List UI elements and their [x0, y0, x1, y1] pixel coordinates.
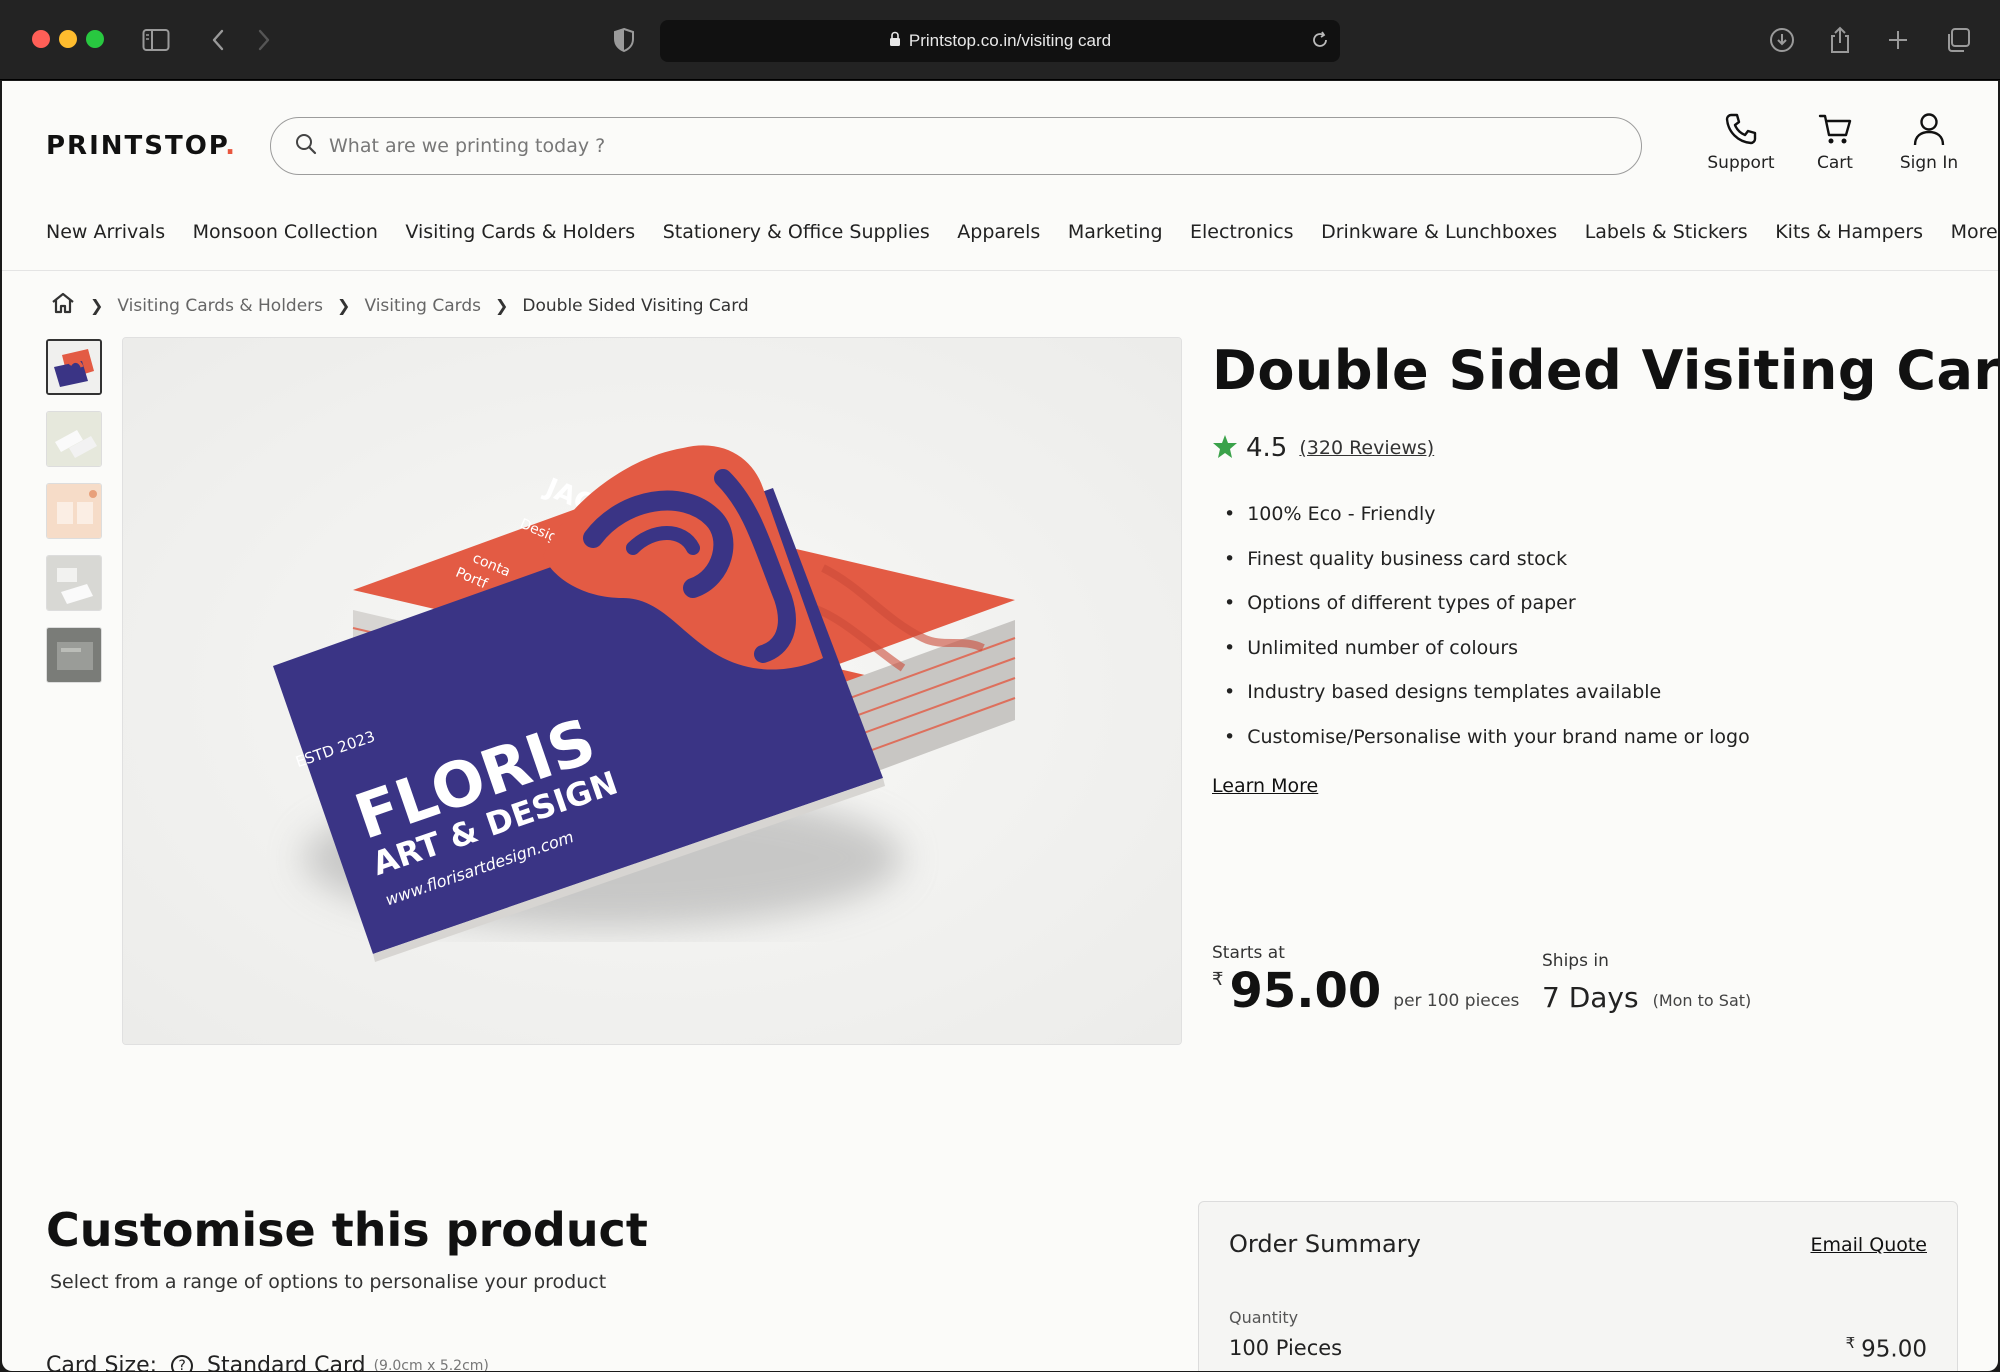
site-logo[interactable]: PRINTSTOP. — [46, 131, 237, 161]
thumbnail-1[interactable] — [46, 339, 102, 395]
privacy-shield-icon[interactable] — [606, 22, 642, 58]
site-header: PRINTSTOP. Support Cart Sign In New A — [2, 81, 1998, 271]
support-button[interactable]: Support — [1696, 111, 1786, 173]
lock-icon — [889, 31, 901, 52]
web-page: PRINTSTOP. Support Cart Sign In New A — [2, 81, 1998, 1371]
card-size-label: Card Size: — [46, 1353, 158, 1371]
price-unit: per 100 pieces — [1393, 991, 1520, 1011]
thumbnail-3[interactable] — [46, 483, 102, 539]
price-block: Starts at ₹ 95.00 per 100 pieces — [1212, 943, 1519, 1015]
thumbnail-2[interactable] — [46, 411, 102, 467]
user-icon — [1913, 113, 1945, 146]
feature-item: Unlimited number of colours — [1224, 637, 1750, 682]
nav-electronics[interactable]: Electronics — [1190, 221, 1294, 243]
feature-item: Finest quality business card stock — [1224, 548, 1750, 593]
search-input[interactable] — [329, 135, 1529, 157]
download-icon[interactable] — [1764, 22, 1800, 58]
feature-item: Options of different types of paper — [1224, 592, 1750, 637]
nav-labels-stickers[interactable]: Labels & Stickers — [1585, 221, 1748, 243]
rating-value: 4.5 — [1246, 433, 1288, 463]
breadcrumb-current: Double Sided Visiting Card — [522, 295, 749, 316]
cart-label: Cart — [1817, 153, 1853, 173]
address-bar[interactable]: Printstop.co.in/visiting card — [660, 20, 1340, 62]
category-nav: New Arrivals Monsoon Collection Visiting… — [46, 221, 1998, 243]
close-window-button[interactable] — [32, 30, 50, 48]
back-icon[interactable] — [200, 22, 236, 58]
search-bar[interactable] — [270, 117, 1642, 175]
nav-marketing[interactable]: Marketing — [1068, 221, 1163, 243]
reviews-link[interactable]: (320 Reviews) — [1299, 437, 1434, 459]
feature-item: Customise/Personalise with your brand na… — [1224, 726, 1750, 771]
order-summary-title: Order Summary — [1229, 1230, 1421, 1258]
feature-item: Industry based designs templates availab… — [1224, 681, 1750, 726]
chevron-right-icon: ❯ — [90, 296, 104, 315]
nav-new-arrivals[interactable]: New Arrivals — [46, 221, 165, 243]
thumbnail-list — [46, 339, 102, 699]
support-label: Support — [1707, 153, 1775, 173]
price-value: 95.00 — [1229, 963, 1382, 1019]
thumbnail-4[interactable] — [46, 555, 102, 611]
nav-monsoon-collection[interactable]: Monsoon Collection — [193, 221, 378, 243]
nav-more[interactable]: More — [1951, 221, 1998, 243]
url-text: Printstop.co.in/visiting card — [908, 31, 1112, 50]
feature-item: 100% Eco - Friendly — [1224, 503, 1750, 548]
learn-more-link[interactable]: Learn More — [1212, 775, 1318, 797]
cart-button[interactable]: Cart — [1790, 111, 1880, 173]
nav-visiting-cards[interactable]: Visiting Cards & Holders — [405, 221, 635, 243]
ship-note: (Mon to Sat) — [1652, 991, 1752, 1010]
card-size-option: Card Size: ? Standard Card (9.0cm x 5.2c… — [46, 1353, 489, 1371]
new-tab-icon[interactable] — [1880, 22, 1916, 58]
customise-subtitle: Select from a range of options to person… — [50, 1271, 607, 1293]
forward-icon[interactable] — [246, 22, 282, 58]
quantity-price: ₹95.00 — [1846, 1334, 1927, 1363]
share-icon[interactable] — [1822, 22, 1858, 58]
star-icon — [1212, 433, 1238, 463]
breadcrumb-visiting-cards[interactable]: Visiting Cards — [364, 296, 481, 316]
nav-drinkware[interactable]: Drinkware & Lunchboxes — [1321, 221, 1557, 243]
search-icon — [295, 133, 317, 159]
thumbnail-5[interactable] — [46, 627, 102, 683]
product-hero-image: JACK DELC Designe conta Portf ESTD 2023 … — [122, 337, 1182, 1045]
quantity-value: 100 Pieces — [1229, 1336, 1343, 1360]
ship-value: 7 Days — [1542, 981, 1639, 1014]
nav-kits-hampers[interactable]: Kits & Hampers — [1775, 221, 1923, 243]
feature-list: 100% Eco - Friendly Finest quality busin… — [1224, 503, 1750, 770]
minimize-window-button[interactable] — [59, 30, 77, 48]
price-label: Starts at — [1212, 943, 1285, 963]
product-title: Double Sided Visiting Card — [1212, 339, 1998, 402]
home-icon[interactable] — [50, 291, 76, 320]
sign-in-label: Sign In — [1899, 153, 1959, 173]
product-rating: 4.5 (320 Reviews) — [1212, 433, 1434, 463]
chevron-right-icon: ❯ — [337, 296, 351, 315]
nav-apparels[interactable]: Apparels — [957, 221, 1040, 243]
rupee-icon: ₹ — [1845, 1334, 1856, 1352]
card-size-dims: (9.0cm x 5.2cm) — [373, 1357, 489, 1372]
nav-stationery[interactable]: Stationery & Office Supplies — [663, 221, 930, 243]
tab-overview-icon[interactable] — [1940, 22, 1976, 58]
chevron-right-icon: ❯ — [494, 296, 509, 315]
reload-icon[interactable] — [1310, 30, 1330, 55]
quantity-label: Quantity — [1229, 1308, 1299, 1327]
zoom-window-button[interactable] — [86, 30, 104, 48]
breadcrumb-visiting-cards-holders[interactable]: Visiting Cards & Holders — [117, 296, 323, 316]
logo-dot: . — [225, 131, 237, 161]
logo-text: PRINTSTOP — [46, 131, 226, 161]
email-quote-link[interactable]: Email Quote — [1810, 1234, 1927, 1256]
order-summary: Order Summary Email Quote Quantity 100 P… — [1198, 1201, 1958, 1371]
breadcrumb: ❯ Visiting Cards & Holders ❯ Visiting Ca… — [50, 291, 749, 320]
rupee-icon: ₹ — [1212, 969, 1224, 990]
browser-window: Printstop.co.in/visiting card PRINTSTOP. — [0, 0, 2000, 1372]
phone-icon — [1725, 113, 1757, 145]
customise-title: Customise this product — [46, 1203, 648, 1257]
card-size-value[interactable]: Standard Card — [207, 1353, 366, 1371]
shipping-block: Ships in 7 Days (Mon to Sat) — [1542, 951, 1751, 1014]
ship-label: Ships in — [1542, 951, 1609, 971]
quantity-price-value: 95.00 — [1861, 1336, 1927, 1363]
sidebar-toggle-icon[interactable] — [138, 22, 174, 58]
help-icon[interactable]: ? — [171, 1354, 194, 1371]
sign-in-button[interactable]: Sign In — [1884, 111, 1974, 173]
browser-toolbar: Printstop.co.in/visiting card — [0, 0, 2000, 80]
cart-icon — [1818, 114, 1852, 144]
